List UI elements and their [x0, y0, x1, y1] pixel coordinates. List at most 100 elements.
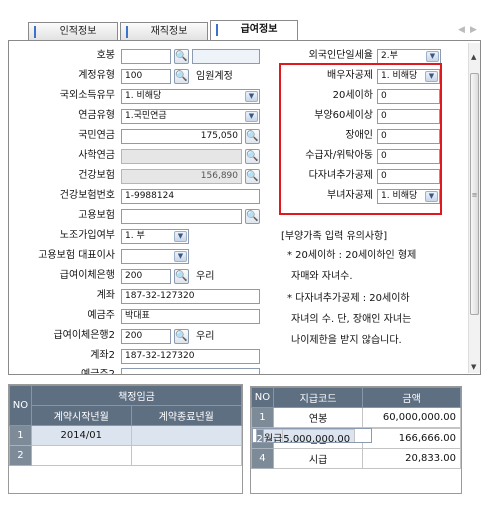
label-female-deduction: 부녀자공제 — [327, 190, 373, 201]
label-bank: 급여이체은행 — [59, 270, 115, 281]
col-end-header: 계약종료년월 — [130, 405, 243, 426]
label-multi-child: 다자녀추가공제 — [308, 170, 373, 181]
label-union-member: 노조가입여부 — [59, 230, 115, 241]
ei-ceo-select[interactable]: ▼ — [121, 249, 189, 264]
dependent-over-60-input[interactable]: 0 — [377, 109, 440, 124]
row-no: 4 — [251, 448, 274, 469]
label-depositor: 예금주 — [87, 310, 115, 321]
private-pension-input — [121, 149, 242, 164]
pay-code-cell[interactable]: 시급 — [272, 448, 364, 469]
contract-start-cell[interactable]: 2014/01 — [30, 425, 132, 446]
label-health-insurance: 건강보험 — [78, 170, 115, 181]
tab-label: 급여정보 — [240, 24, 278, 35]
group-header: 책정임금 — [30, 385, 243, 406]
scroll-up-icon[interactable]: ▲ — [471, 53, 476, 61]
label-depositor-2: 예금주2 — [81, 369, 115, 375]
label-foreign-income: 국외소득유무 — [59, 90, 115, 101]
tab-label: 인적정보 — [59, 26, 97, 37]
notes-line: 자녀의 수. 단, 장애인 자녀는 — [291, 314, 412, 325]
multi-child-input[interactable]: 0 — [377, 169, 440, 184]
scroll-down-icon[interactable]: ▼ — [471, 363, 476, 371]
row-no: 2 — [255, 429, 264, 442]
tab-next-icon[interactable]: ▶ — [470, 25, 477, 35]
label-account-2: 계좌2 — [90, 350, 115, 361]
depositor-2-input[interactable] — [121, 368, 260, 374]
account-type-code-input[interactable]: 100 — [121, 69, 171, 84]
notes-line: 자매와 자녀수. — [291, 271, 353, 282]
employment-insurance-calc-icon[interactable]: 🔍 — [245, 209, 260, 224]
account-type-search-icon[interactable]: 🔍 — [174, 69, 189, 84]
label-dependent-over-60: 부양60세이상 — [314, 110, 373, 121]
table-row[interactable]: 4 시급 20,833.00 — [251, 448, 461, 469]
chevron-down-icon: ▼ — [174, 231, 187, 242]
contract-end-cell[interactable] — [130, 445, 243, 466]
label-employment-insurance: 고용보험 — [78, 210, 115, 221]
female-deduction-select[interactable]: 1. 비해당 ▼ — [377, 189, 440, 204]
label-spouse-deduction: 배우자공제 — [327, 70, 373, 81]
pay-step-name-field — [192, 49, 260, 64]
salary-contract-grid: NO 책정임금 계약시작년월 계약종료년월 1 2014/01 2 — [8, 384, 243, 494]
private-pension-calc-icon[interactable]: 🔍 — [245, 149, 260, 164]
label-national-pension: 국민연금 — [78, 130, 115, 141]
foreign-single-rate-select[interactable]: 2.부 ▼ — [377, 49, 441, 64]
account-2-input[interactable]: 187-32-127320 — [121, 349, 260, 364]
form-scrollbar[interactable]: ▲ ≡ ▼ — [468, 43, 480, 373]
foreign-income-select[interactable]: 1. 비해당 ▼ — [121, 89, 260, 104]
pay-step-input[interactable] — [121, 49, 171, 64]
col-no-header: NO — [9, 385, 32, 426]
table-row[interactable]: 2 — [9, 445, 243, 466]
label-ei-ceo: 고용보험 대표이사 — [38, 250, 115, 261]
tab-personal-info[interactable]: 인적정보 — [28, 22, 118, 40]
chevron-down-icon: ▼ — [245, 91, 258, 102]
table-row[interactable]: 1 2014/01 — [9, 425, 243, 446]
employment-insurance-input[interactable] — [121, 209, 242, 224]
label-pension-type: 연금유형 — [78, 110, 115, 121]
tab-salary-info[interactable]: 급여정보 — [210, 20, 298, 40]
recipient-foster-input[interactable]: 0 — [377, 149, 440, 164]
bank-2-code-input[interactable]: 200 — [121, 329, 171, 344]
table-row[interactable]: 2 월급 5,000,000.00 — [251, 428, 373, 443]
label-private-pension: 사학연금 — [78, 150, 115, 161]
bank-code-input[interactable]: 200 — [121, 269, 171, 284]
health-insurance-input: 156,890 — [121, 169, 242, 184]
contract-end-cell[interactable] — [130, 425, 243, 446]
pay-code-cell[interactable]: 월급 — [262, 429, 284, 442]
table-row[interactable]: 1 연봉 60,000,000.00 — [251, 407, 461, 428]
disabled-input[interactable]: 0 — [377, 129, 440, 144]
chevron-down-icon: ▼ — [174, 251, 187, 262]
label-foreign-single-rate: 외국인단일세율 — [308, 50, 373, 61]
under-20-input[interactable]: 0 — [377, 89, 440, 104]
contract-start-cell[interactable] — [30, 445, 132, 466]
union-member-select[interactable]: 1. 부 ▼ — [121, 229, 189, 244]
label-health-insurance-no: 건강보험번호 — [59, 190, 115, 201]
row-no: 1 — [251, 407, 274, 428]
scroll-thumb[interactable]: ≡ — [470, 73, 479, 315]
tab-employment-info[interactable]: 재직정보 — [120, 22, 208, 40]
foreign-income-value: 1. 비해당 — [125, 91, 162, 101]
pay-code-grid: NO 지급코드 금액 1 연봉 60,000,000.00 2 월급 5,000… — [250, 386, 462, 494]
amount-cell[interactable]: 60,000,000.00 — [362, 407, 461, 428]
tab-prev-icon[interactable]: ◀ — [458, 25, 465, 35]
health-insurance-no-input[interactable]: 1-9988124 — [121, 189, 260, 204]
col-no-header: NO — [251, 387, 274, 408]
bank-name: 우리 — [192, 269, 260, 284]
pay-code-cell[interactable]: 연봉 — [272, 407, 364, 428]
amount-cell[interactable]: 5,000,000.00 — [282, 429, 356, 442]
account-input[interactable]: 187-32-127320 — [121, 289, 260, 304]
label-bank-2: 급여이체은행2 — [53, 330, 115, 341]
bank-search-icon[interactable]: 🔍 — [174, 269, 189, 284]
national-pension-input[interactable]: 175,050 — [121, 129, 242, 144]
col-start-header: 계약시작년월 — [30, 405, 132, 426]
depositor-input[interactable]: 박대표 — [121, 309, 260, 324]
national-pension-calc-icon[interactable]: 🔍 — [245, 129, 260, 144]
pay-step-search-icon[interactable]: 🔍 — [174, 49, 189, 64]
label-disabled: 장애인 — [345, 130, 373, 141]
pension-type-select[interactable]: 1.국민연금 ▼ — [121, 109, 260, 124]
bank-2-search-icon[interactable]: 🔍 — [174, 329, 189, 344]
amount-cell[interactable]: 20,833.00 — [362, 448, 461, 469]
spouse-deduction-select[interactable]: 1. 비해당 ▼ — [377, 69, 440, 84]
notes-heading: [부양가족 입력 유의사항] — [281, 231, 388, 242]
health-insurance-calc-icon[interactable]: 🔍 — [245, 169, 260, 184]
row-no: 1 — [9, 425, 32, 446]
amount-cell[interactable]: 166,666.00 — [362, 428, 461, 449]
